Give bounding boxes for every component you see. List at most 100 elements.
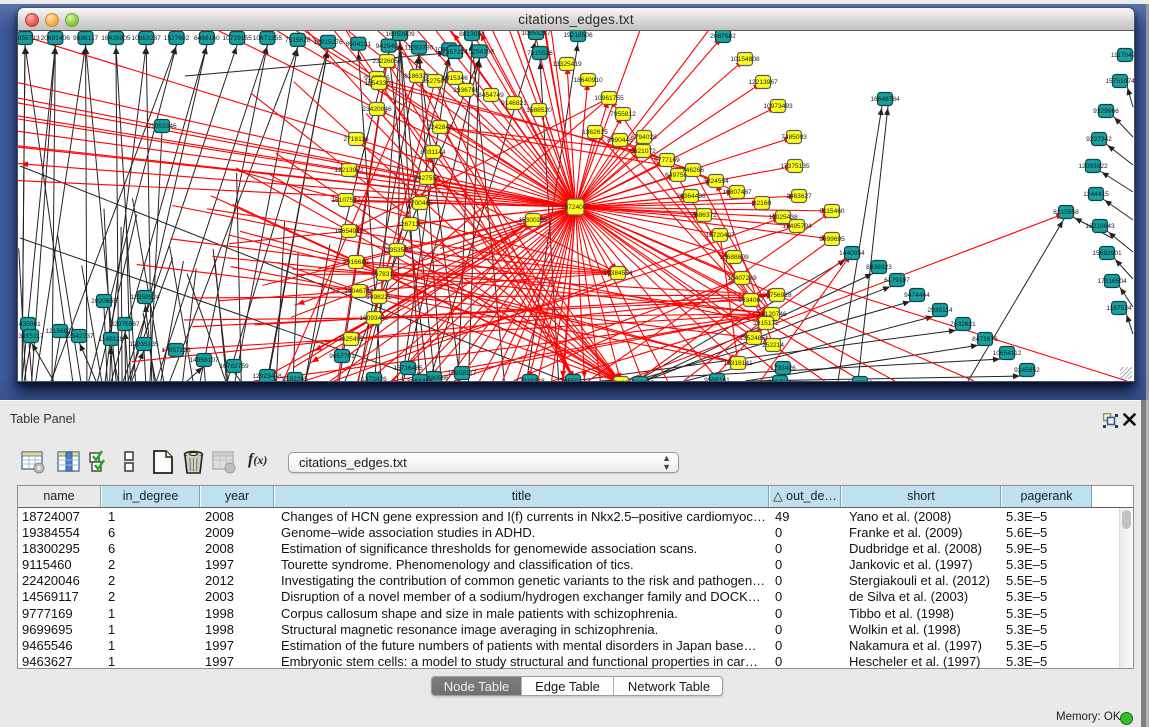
svg-text:12359924: 12359924 [130,294,160,301]
svg-text:19353594: 19353594 [382,247,412,254]
svg-text:8904131: 8904131 [345,41,371,48]
svg-text:7515526: 7515526 [527,50,553,57]
svg-text:17957223: 17957223 [161,347,191,354]
svg-text:7955812: 7955812 [610,111,636,118]
svg-text:1373426: 1373426 [361,376,387,381]
svg-text:7515526: 7515526 [285,37,311,44]
svg-text:9634067: 9634067 [738,297,764,304]
svg-text:1588520: 1588520 [526,107,552,114]
svg-text:1916682: 1916682 [343,259,369,266]
svg-text:21053346: 21053346 [147,123,177,130]
svg-text:9425407: 9425407 [376,43,402,50]
svg-text:18724007: 18724007 [561,204,591,211]
svg-text:15720407: 15720407 [705,232,735,239]
svg-text:9146821: 9146821 [501,100,527,107]
svg-text:10688609: 10688609 [719,254,749,261]
svg-text:11283790: 11283790 [404,45,433,52]
svg-text:11170421: 11170421 [1111,52,1134,59]
svg-text:13524851: 13524851 [739,335,769,342]
svg-text:10719155: 10719155 [222,35,252,42]
svg-text:15300295: 15300295 [518,217,548,224]
svg-text:8471676: 8471676 [972,336,998,343]
svg-text:1615172: 1615172 [753,320,779,327]
svg-text:9699695: 9699695 [819,236,845,243]
svg-text:1435061: 1435061 [18,321,41,328]
svg-text:15254190: 15254190 [465,49,495,56]
svg-text:2242848: 2242848 [427,124,453,131]
svg-text:1733426: 1733426 [770,365,796,372]
svg-text:3915117: 3915117 [18,333,44,340]
svg-text:10154808: 10154808 [730,56,760,63]
svg-text:19654925: 19654925 [334,228,364,235]
svg-text:2718116: 2718116 [343,136,369,143]
svg-text:8031144: 8031144 [420,149,446,156]
svg-text:8678312: 8678312 [371,271,397,278]
svg-text:15751074: 15751074 [1105,78,1134,85]
svg-text:8663458: 8663458 [407,378,433,381]
svg-text:9192265: 9192265 [282,376,308,381]
svg-text:2936768: 2936768 [453,87,479,94]
svg-text:746266: 746266 [682,167,704,174]
svg-text:17375135: 17375135 [780,163,810,170]
svg-text:18640910: 18640910 [573,77,603,84]
svg-text:14958107: 14958107 [189,357,219,364]
svg-text:62160: 62160 [753,200,772,207]
svg-text:15692901: 15692901 [1092,250,1122,257]
svg-text:9427552: 9427552 [414,175,440,182]
svg-text:8813054: 8813054 [459,31,485,38]
svg-text:10961755: 10961755 [594,95,624,102]
svg-text:10654112: 10654112 [993,350,1022,357]
svg-text:7357224: 7357224 [442,49,468,56]
svg-text:9474444: 9474444 [904,292,930,299]
svg-text:12213967: 12213967 [748,79,778,86]
svg-text:7632621: 7632621 [950,321,976,328]
svg-text:16549231: 16549231 [606,380,636,381]
svg-text:13495794: 13495794 [782,223,812,230]
svg-text:20756928: 20756928 [762,292,792,299]
svg-text:2020655: 2020655 [91,298,117,305]
svg-text:12942737: 12942737 [64,333,94,340]
svg-text:16093449: 16093449 [359,315,389,322]
svg-text:6794028: 6794028 [631,134,657,141]
svg-text:1244415: 1244415 [1083,191,1109,198]
svg-text:16107522: 16107522 [331,197,361,204]
svg-text:6179197: 6179197 [884,277,910,284]
svg-text:9245012: 9245012 [847,380,873,381]
svg-text:9115460: 9115460 [819,208,845,215]
svg-text:8904111: 8904111 [768,379,793,381]
svg-text:1167534: 1167534 [1106,305,1132,312]
svg-text:10973493: 10973493 [763,103,793,110]
svg-text:15716485: 15716485 [393,365,423,372]
svg-text:13325419: 13325419 [552,61,582,68]
svg-text:23226058: 23226058 [372,58,402,65]
svg-text:16915276: 16915276 [313,39,343,46]
svg-text:12923448: 12923448 [252,373,282,380]
svg-text:17016504: 17016504 [1097,278,1127,285]
svg-text:16429905: 16429905 [101,35,131,42]
svg-text:10653287: 10653287 [132,35,162,42]
svg-text:7955012: 7955012 [560,378,586,381]
svg-text:7886372: 7886372 [691,212,717,219]
svg-text:6466160: 6466160 [194,35,220,42]
svg-text:7485093: 7485093 [781,134,807,141]
svg-text:9508161: 9508161 [704,377,730,381]
svg-text:8938923: 8938923 [866,264,892,271]
svg-text:252214: 252214 [762,342,784,349]
svg-text:20691406: 20691406 [41,35,71,42]
svg-text:16782759: 16782759 [219,363,249,370]
svg-text:10853287: 10853287 [521,31,551,37]
svg-text:7625402: 7625402 [338,336,364,343]
svg-text:12923448: 12923448 [515,378,545,381]
svg-text:9227342: 9227342 [1086,136,1112,143]
svg-text:1527602: 1527602 [164,35,190,42]
svg-text:8990448: 8990448 [607,137,633,144]
svg-text:9657791: 9657791 [329,353,355,360]
svg-text:1463627: 1463627 [786,193,812,200]
svg-text:2087682: 2087682 [710,33,736,40]
svg-text:1621072: 1621072 [630,148,656,155]
svg-text:16648784: 16648784 [870,96,900,103]
svg-text:12213922: 12213922 [334,167,364,174]
svg-text:1498222: 1498222 [366,294,392,301]
svg-text:9886117: 9886117 [73,35,99,42]
svg-text:32975867: 32975867 [110,321,140,328]
